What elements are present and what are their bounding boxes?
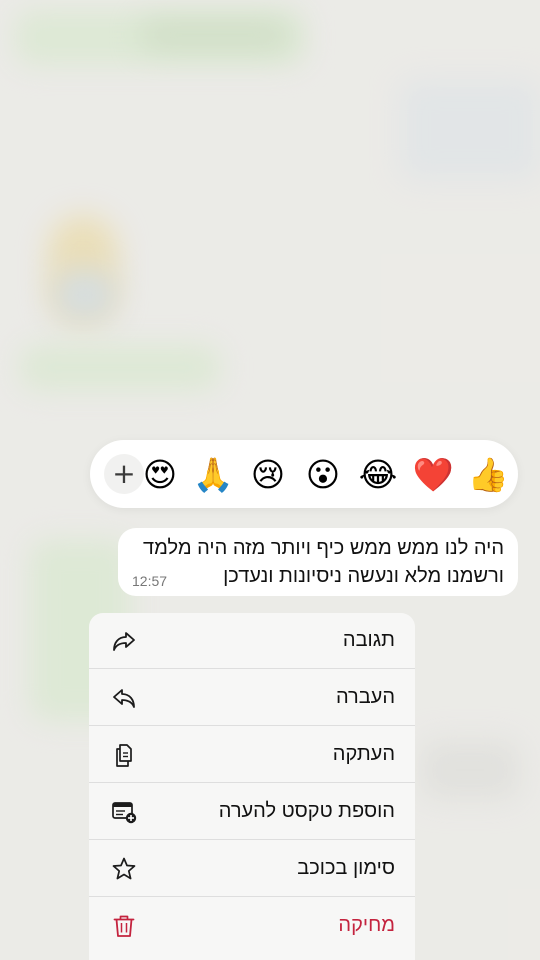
menu-item-label: מחיקה — [338, 914, 395, 936]
copy-icon — [116, 744, 132, 767]
menu-item-copy[interactable]: העתקה — [89, 727, 415, 783]
menu-item-label: העתקה — [332, 743, 395, 765]
menu-item-label: תגובה — [342, 629, 395, 651]
reaction-heart-eyes[interactable]: 😍 — [140, 454, 180, 494]
star-icon — [112, 857, 136, 880]
message-timestamp: 12:57 — [132, 573, 168, 589]
reaction-laughing[interactable]: 😂 — [358, 454, 398, 494]
menu-item-label: סימון בכוכב — [297, 857, 395, 879]
context-menu: תגובה העברה העתקה הוספת טקסט להערה סימון… — [89, 613, 415, 960]
trash-icon — [113, 915, 135, 937]
menu-item-label: העברה — [335, 686, 395, 708]
forward-icon — [113, 689, 135, 708]
reaction-crying[interactable]: 😢 — [248, 454, 288, 494]
menu-item-add-note[interactable]: הוספת טקסט להערה — [89, 784, 415, 840]
message-bubble[interactable]: היה לנו ממש ממש כיף ויותר מזה היה מלמד ו… — [118, 528, 518, 596]
plus-icon: + — [112, 457, 136, 490]
reaction-thumbs-up[interactable]: 👍 — [467, 454, 508, 494]
menu-item-reply[interactable]: תגובה — [89, 613, 415, 669]
add-reaction-button[interactable]: + — [104, 454, 144, 494]
add-note-icon — [112, 802, 137, 824]
menu-item-forward[interactable]: העברה — [89, 670, 415, 726]
reaction-heart[interactable]: ❤️ — [412, 454, 453, 494]
message-text-line-1: היה לנו ממש ממש כיף ויותר מזה היה מלמד — [143, 537, 504, 559]
reaction-surprised[interactable]: 😮 — [303, 454, 343, 494]
reaction-praying[interactable]: 🙏 — [192, 454, 233, 494]
reply-icon — [113, 632, 135, 651]
menu-item-star[interactable]: סימון בכוכב — [89, 841, 415, 897]
reaction-bar: 👍 ❤️ 😂 😮 😢 🙏 😍 + — [90, 440, 518, 508]
menu-item-delete[interactable]: מחיקה — [89, 898, 415, 954]
menu-item-label: הוספת טקסט להערה — [218, 800, 395, 822]
message-text-line-2: ורשמנו מלא ונעשה ניסיונות ונעדכן — [223, 565, 504, 587]
